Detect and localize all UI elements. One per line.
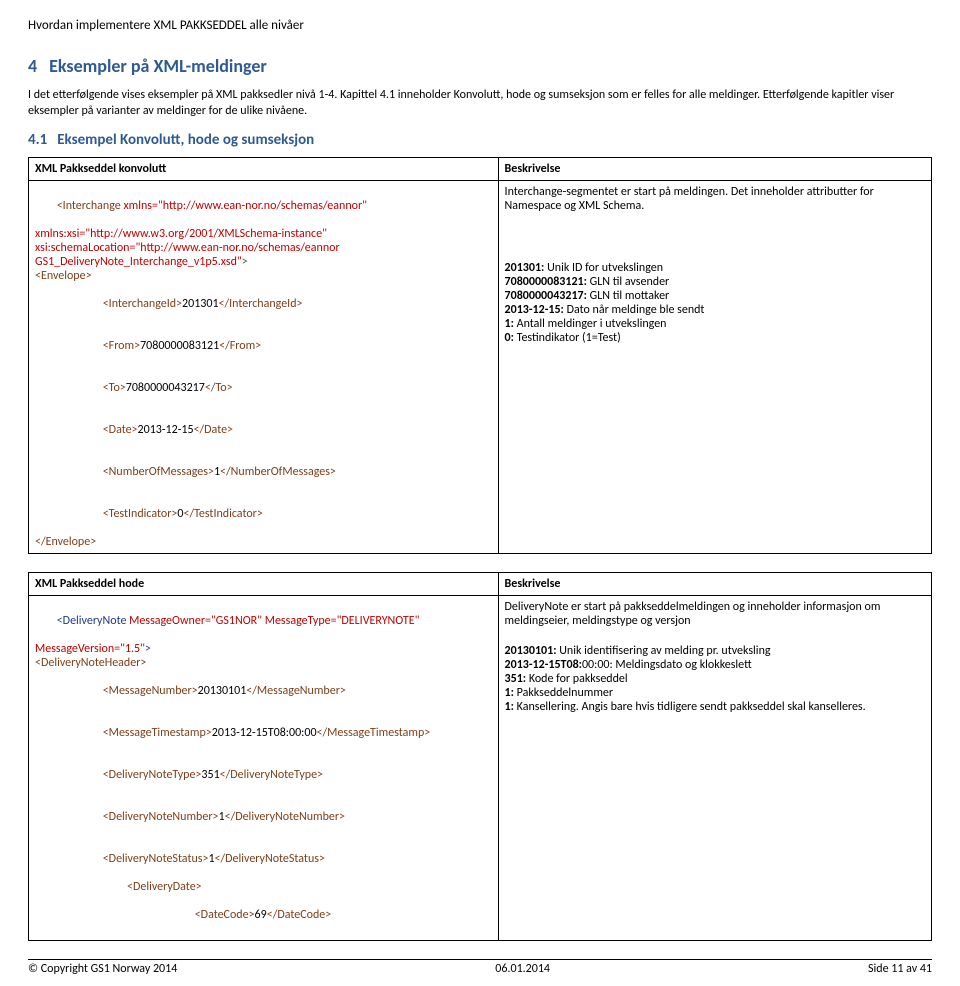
xml-tag: </Envelope> — [35, 535, 96, 549]
desc-text: 2013-12-15: Dato når meldinge ble sendt — [505, 303, 925, 317]
xml-tag: </DeliveryNoteType> — [220, 768, 323, 782]
xml-tag: </DeliveryNoteStatus> — [215, 852, 325, 866]
xml-tag: <InterchangeId> — [103, 297, 182, 311]
xml-cell: <DeliveryNote MessageOwner="GS1NOR" Mess… — [29, 596, 499, 941]
xml-tag: <DeliveryNoteType> — [103, 768, 202, 782]
xml-tag: <DeliveryNoteStatus> — [103, 852, 209, 866]
xml-tag: </NumberOfMessages> — [220, 465, 336, 479]
desc-cell: Interchange-segmentet er start på meldin… — [498, 181, 931, 554]
desc-text: DeliveryNote er start på pakkseddelmeldi… — [505, 600, 925, 628]
table-header-left: XML Pakkseddel konvolutt — [29, 158, 499, 181]
xml-tag: > — [242, 255, 248, 269]
xml-tag: </MessageNumber> — [246, 684, 346, 698]
desc-text: 2013-12-15T08:00:00: Meldingsdato og klo… — [505, 658, 925, 672]
desc-text: 0: Testindikator (1=Test) — [505, 331, 925, 345]
desc-text: 201301: Unik ID for utvekslingen — [505, 261, 925, 275]
section-number: 4 — [28, 55, 37, 77]
xml-value: 2013-12-15T08:00:00 — [212, 726, 317, 740]
xml-tag: <DeliveryNote — [57, 614, 129, 628]
desc-cell: DeliveryNote er start på pakkseddelmeldi… — [498, 596, 931, 941]
desc-text: 7080000043217: GLN til mottaker — [505, 289, 925, 303]
xml-attr: MessageType="DELIVERYNOTE" — [265, 614, 420, 628]
xml-tag: <To> — [103, 381, 126, 395]
xml-tag: </Date> — [194, 423, 233, 437]
xml-tag: <MessageTimestamp> — [103, 726, 212, 740]
table-header-left: XML Pakkseddel hode — [29, 573, 499, 596]
xml-tag: </DeliveryNoteNumber> — [225, 810, 345, 824]
section-heading: 4 Eksempler på XML-meldinger — [28, 55, 932, 77]
footer-page: Side 11 av 41 — [868, 962, 932, 976]
xml-value: 7080000083121 — [140, 339, 219, 353]
xml-tag: </DateCode> — [267, 908, 331, 922]
desc-text: 1: Antall meldinger i utvekslingen — [505, 317, 925, 331]
desc-text: 20130101: Unik identifisering av melding… — [505, 644, 925, 658]
xml-tag: <DeliveryNoteHeader> — [35, 656, 146, 670]
running-header: Hvordan implementere XML PAKKSEDDEL alle… — [28, 18, 932, 33]
xml-attr: xsi:schemaLocation="http://www.ean-nor.n… — [35, 241, 340, 255]
subsection-heading: 4.1 Eksempel Konvolutt, hode og sumseksjo… — [28, 131, 932, 149]
footer-date: 06.01.2014 — [495, 962, 550, 976]
xml-tag: <From> — [103, 339, 140, 353]
xml-value: 69 — [255, 908, 267, 922]
xml-value: 2013-12-15 — [138, 423, 194, 437]
xml-tag: </To> — [205, 381, 233, 395]
xml-attr: MessageOwner="GS1NOR" — [129, 614, 265, 628]
section-title: Eksempler på XML-meldinger — [49, 55, 267, 77]
xml-attr: GS1_DeliveryNote_Interchange_v1p5.xsd" — [35, 255, 242, 269]
xml-tag: </TestIndicator> — [184, 507, 263, 521]
intro-paragraph: I det etterfølgende vises eksempler på X… — [28, 87, 932, 119]
xml-tag: <MessageNumber> — [103, 684, 198, 698]
desc-text: 1: Kansellering. Angis bare hvis tidlige… — [505, 700, 925, 714]
xml-tag: <Interchange — [57, 199, 124, 213]
xml-attr: xmlns="http://www.ean-nor.no/schemas/ean… — [123, 199, 367, 213]
xml-tag: <TestIndicator> — [103, 507, 178, 521]
desc-text: 351: Kode for pakkseddel — [505, 672, 925, 686]
xml-value: 201301 — [182, 297, 219, 311]
xml-value: 20130101 — [198, 684, 247, 698]
xml-tag: </MessageTimestamp> — [317, 726, 431, 740]
subsection-number: 4.1 — [28, 131, 47, 149]
page-footer: © Copyright GS1 Norway 2014 06.01.2014 S… — [28, 959, 932, 976]
xml-tag: <Envelope> — [35, 269, 92, 283]
xml-tag: <DeliveryNoteNumber> — [103, 810, 219, 824]
xml-cell: <Interchange xmlns="http://www.ean-nor.n… — [29, 181, 499, 554]
desc-text: 1: Pakkseddelnummer — [505, 686, 925, 700]
xml-attr: MessageVersion="1.5" — [35, 642, 145, 656]
xml-tag: </From> — [219, 339, 261, 353]
xml-value: 7080000043217 — [126, 381, 205, 395]
xml-table-konvolutt: XML Pakkseddel konvolutt Beskrivelse <In… — [28, 157, 932, 554]
xml-value: 351 — [201, 768, 219, 782]
table-header-right: Beskrivelse — [498, 573, 931, 596]
xml-tag: <DateCode> — [195, 908, 255, 922]
xml-attr: xmlns:xsi="http://www.w3.org/2001/XMLSch… — [35, 227, 327, 241]
xml-tag: <Date> — [103, 423, 138, 437]
xml-tag: </InterchangeId> — [219, 297, 303, 311]
desc-text: Interchange-segmentet er start på meldin… — [505, 185, 925, 213]
xml-tag: <NumberOfMessages> — [103, 465, 214, 479]
xml-tag: > — [145, 642, 151, 656]
xml-tag: <DeliveryDate> — [127, 880, 202, 894]
xml-table-hode: XML Pakkseddel hode Beskrivelse <Deliver… — [28, 572, 932, 941]
table-header-right: Beskrivelse — [498, 158, 931, 181]
footer-copyright: © Copyright GS1 Norway 2014 — [28, 962, 177, 976]
desc-text: 7080000083121: GLN til avsender — [505, 275, 925, 289]
subsection-title: Eksempel Konvolutt, hode og sumseksjon — [57, 131, 314, 149]
